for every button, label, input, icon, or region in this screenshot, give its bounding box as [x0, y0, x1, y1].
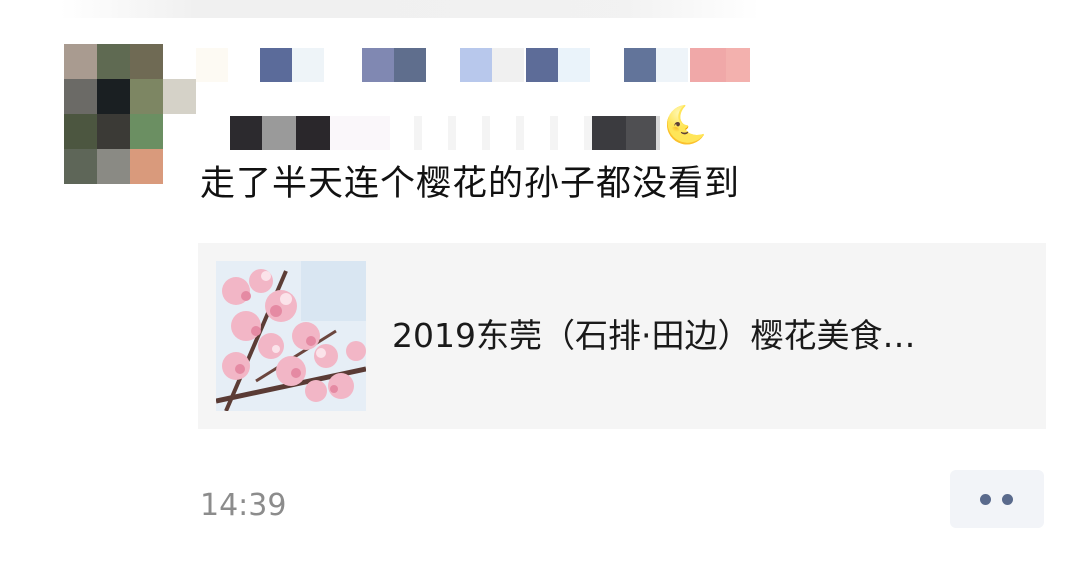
cherry-blossom-thumbnail — [216, 261, 366, 411]
more-actions-button[interactable] — [950, 470, 1044, 528]
two-dots-more-icon — [980, 494, 991, 505]
post-line-obscured — [200, 108, 720, 152]
shared-link-card[interactable]: 2019东莞（石排·田边）樱花美食… — [198, 243, 1046, 429]
two-dots-more-icon — [1002, 494, 1013, 505]
cherry-blossom-photo-icon — [216, 261, 366, 411]
top-blur-strip — [60, 0, 760, 18]
author-name-obscured[interactable] — [196, 48, 756, 82]
post-timestamp: 14:39 — [200, 488, 287, 523]
moon-emoji-icon: 🌜 — [663, 105, 708, 146]
avatar[interactable] — [64, 44, 196, 184]
link-title: 2019东莞（石排·田边）樱花美食… — [392, 316, 916, 355]
post-text: 走了半天连个樱花的孙子都没看到 — [200, 164, 741, 204]
